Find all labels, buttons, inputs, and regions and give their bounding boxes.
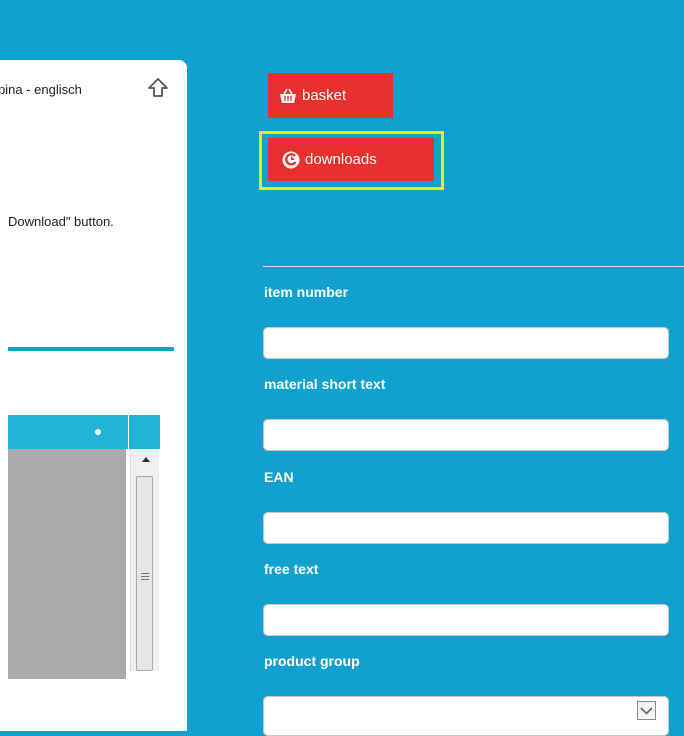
item-number-label: item number: [264, 284, 349, 300]
panel-divider: [8, 347, 174, 351]
downloads-label: downloads: [305, 151, 377, 168]
free-text-field[interactable]: [263, 604, 669, 636]
basket-label: basket: [302, 87, 347, 104]
instruction-text: Download" button.: [8, 214, 114, 229]
panel-title: pina - englisch: [0, 82, 82, 97]
basket-icon: [280, 88, 296, 103]
results-grid[interactable]: [8, 449, 126, 679]
ean-label: EAN: [264, 469, 294, 485]
grip-icon: [141, 573, 149, 581]
grid-scrollbar[interactable]: [130, 449, 159, 671]
filter-divider: [263, 266, 684, 267]
product-group-select[interactable]: [263, 696, 669, 736]
downloads-icon: [282, 151, 300, 168]
chevron-down-icon[interactable]: [637, 701, 656, 720]
scroll-thumb[interactable]: [136, 476, 153, 671]
home-icon[interactable]: [147, 77, 169, 99]
table-header-corner: [128, 415, 160, 449]
ean-field[interactable]: [263, 512, 669, 544]
basket-button[interactable]: basket: [268, 73, 393, 118]
header-dot-icon: [95, 429, 101, 435]
item-number-field[interactable]: [263, 327, 669, 359]
free-text-label: free text: [264, 561, 319, 577]
material-short-text-label: material short text: [264, 376, 386, 392]
scroll-up-icon[interactable]: [142, 457, 150, 462]
downloads-button[interactable]: downloads: [268, 138, 434, 181]
product-group-label: product group: [264, 653, 360, 669]
table-header[interactable]: [8, 415, 128, 449]
material-short-text-field[interactable]: [263, 419, 669, 451]
